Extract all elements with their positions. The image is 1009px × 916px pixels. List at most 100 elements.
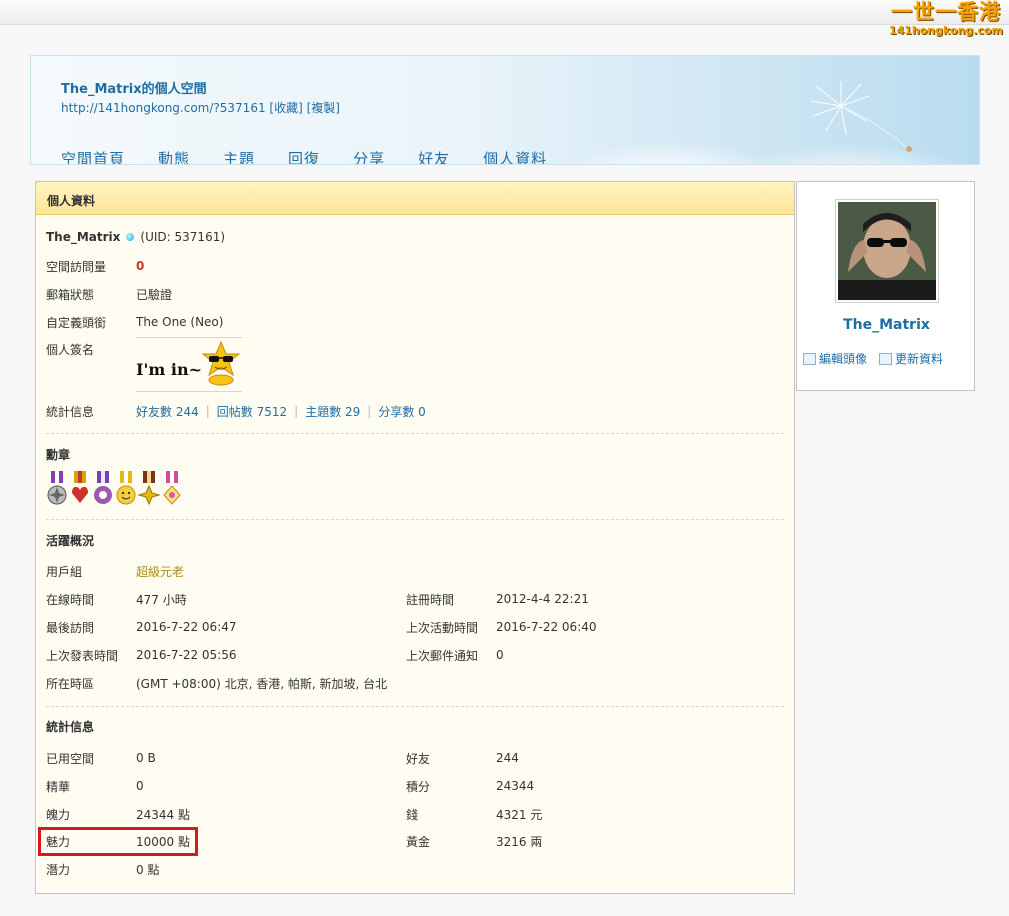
signature-text: I'm in~ [136, 360, 202, 379]
medals-list [46, 471, 183, 507]
online-time-label: 在線時間 [46, 592, 95, 607]
nav-profile[interactable]: 個人資料 [483, 148, 547, 164]
last-post-label: 上次發表時間 [46, 648, 119, 663]
dandelion-decoration [810, 81, 912, 152]
space-nav: 空間首頁 動態 主題 回復 分享 好友 個人資料 [61, 148, 580, 164]
online-status-icon [126, 233, 135, 241]
separator: | [367, 404, 372, 418]
sidebar-actions: 編輯頭像 更新資料 [803, 350, 943, 367]
nav-shares[interactable]: 分享 [353, 148, 385, 164]
gold-label: 黃金 [406, 834, 431, 849]
last-post-row: 上次發表時間 2016-7-22 05:56 [46, 645, 237, 665]
friends-count-link[interactable]: 好友數 244 [136, 403, 199, 420]
profile-sidebar: The_Matrix 編輯頭像 更新資料 [796, 181, 975, 391]
custom-title-label: 自定義頭銜 [46, 315, 107, 330]
site-logo-text: 一世一香港 [890, 0, 1001, 24]
used-space-value: 0 B [136, 751, 156, 765]
profile-panel-title: 個人資料 [36, 182, 794, 215]
potential-label: 潛力 [46, 862, 71, 877]
timezone-value: (GMT +08:00) 北京, 香港, 帕斯, 新加坡, 台北 [136, 676, 388, 691]
signature-label: 個人簽名 [46, 342, 95, 357]
visits-value: 0 [136, 259, 145, 273]
courage-label: 魄力 [46, 807, 71, 822]
signature-box: I'm in~ [136, 337, 242, 392]
digest-row: 精華 0 [46, 776, 144, 796]
update-profile-label: 更新資料 [895, 352, 944, 366]
avatar[interactable] [835, 199, 939, 303]
nav-friends[interactable]: 好友 [418, 148, 450, 164]
last-activity-row: 上次活動時間 2016-7-22 06:40 [406, 617, 597, 637]
money-label: 錢 [406, 807, 419, 822]
profile-panel: 個人資料 The_Matrix (UID: 537161) 空間訪問量 0 郵箱… [35, 181, 795, 894]
email-row: 郵箱狀態 已驗證 [46, 284, 172, 304]
medal-icon[interactable] [46, 471, 68, 507]
space-title[interactable]: The_Matrix的個人空間 [61, 78, 207, 97]
used-space-row: 已用空間 0 B [46, 748, 156, 768]
email-value: 已驗證 [136, 287, 173, 302]
charm-highlight-box [38, 827, 198, 856]
digest-label: 精華 [46, 779, 71, 794]
custom-title-value: The One (Neo) [136, 315, 224, 329]
money-row: 錢 4321 元 [406, 804, 542, 824]
nav-replies[interactable]: 回復 [288, 148, 320, 164]
custom-title-row: 自定義頭銜 The One (Neo) [46, 312, 223, 332]
medal-icon[interactable] [138, 471, 160, 507]
space-url[interactable]: http://141hongkong.com/?537161 [61, 101, 266, 115]
section-divider [46, 706, 784, 707]
friends-stat-value: 244 [496, 751, 519, 765]
stats-title: 統計信息 [46, 720, 95, 734]
sidebar-username[interactable]: The_Matrix [797, 317, 976, 333]
money-value: 4321 元 [496, 807, 543, 822]
last-activity-value: 2016-7-22 06:40 [496, 620, 597, 634]
visits-label: 空間訪問量 [46, 259, 107, 274]
replies-count-link[interactable]: 回帖數 7512 [217, 403, 287, 420]
profile-uid: (UID: 537161) [140, 230, 226, 244]
visits-row: 空間訪問量 0 [46, 256, 144, 276]
user-group-row: 用戶組 超級元老 [46, 561, 184, 581]
copy-link[interactable]: [複製] [307, 101, 340, 115]
online-time-value: 477 小時 [136, 592, 187, 607]
space-url-line: http://141hongkong.com/?537161 [收藏] [複製] [61, 99, 340, 116]
user-group-value[interactable]: 超級元老 [136, 563, 184, 580]
gold-row: 黃金 3216 兩 [406, 831, 542, 851]
threads-count-link[interactable]: 主題數 29 [305, 403, 360, 420]
sunglasses-smiley-icon [201, 340, 241, 386]
last-visit-row: 最後訪問 2016-7-22 06:47 [46, 617, 237, 637]
shares-count-link[interactable]: 分享數 0 [378, 403, 425, 420]
nav-threads[interactable]: 主題 [223, 148, 255, 164]
avatar-portrait-icon [838, 202, 936, 300]
gold-value: 3216 兩 [496, 834, 543, 849]
edit-avatar-link[interactable]: 編輯頭像 [803, 350, 867, 367]
timezone-row: 所在時區 (GMT +08:00) 北京, 香港, 帕斯, 新加坡, 台北 [46, 673, 387, 693]
last-visit-value: 2016-7-22 06:47 [136, 620, 237, 634]
register-time-row: 註冊時間 2012-4-4 22:21 [406, 589, 589, 609]
avatar-edit-icon [803, 352, 816, 365]
profile-username: The_Matrix [46, 230, 121, 244]
email-label: 郵箱狀態 [46, 287, 95, 302]
medal-icon[interactable] [161, 471, 183, 507]
online-time-row: 在線時間 477 小時 [46, 589, 187, 609]
points-value: 24344 [496, 779, 535, 793]
profile-stats-label: 統計信息 [46, 404, 95, 419]
last-post-value: 2016-7-22 05:56 [136, 648, 237, 662]
last-visit-label: 最後訪問 [46, 620, 95, 635]
update-profile-link[interactable]: 更新資料 [879, 350, 943, 367]
last-mail-row: 上次郵件通知 0 [406, 645, 504, 665]
bookmark-link[interactable]: [收藏] [269, 101, 302, 115]
separator: | [294, 404, 299, 418]
space-header-banner: The_Matrix的個人空間 http://141hongkong.com/?… [30, 55, 980, 165]
points-row: 積分 24344 [406, 776, 534, 796]
medal-icon[interactable] [115, 471, 137, 507]
site-logo[interactable]: 一世一香港 141hongkong.com [889, 0, 1003, 37]
section-divider [46, 519, 784, 520]
points-label: 積分 [406, 779, 431, 794]
edit-avatar-label: 編輯頭像 [819, 352, 868, 366]
profile-stats-row: 統計信息 好友數 244 | 回帖數 7512 | 主題數 29 | 分享數 0 [46, 401, 426, 421]
medal-icon[interactable] [69, 471, 91, 507]
nav-space-home[interactable]: 空間首頁 [61, 148, 125, 164]
last-activity-label: 上次活動時間 [406, 620, 479, 635]
register-time-label: 註冊時間 [406, 592, 455, 607]
register-time-value: 2012-4-4 22:21 [496, 592, 589, 606]
nav-feed[interactable]: 動態 [158, 148, 190, 164]
medal-icon[interactable] [92, 471, 114, 507]
